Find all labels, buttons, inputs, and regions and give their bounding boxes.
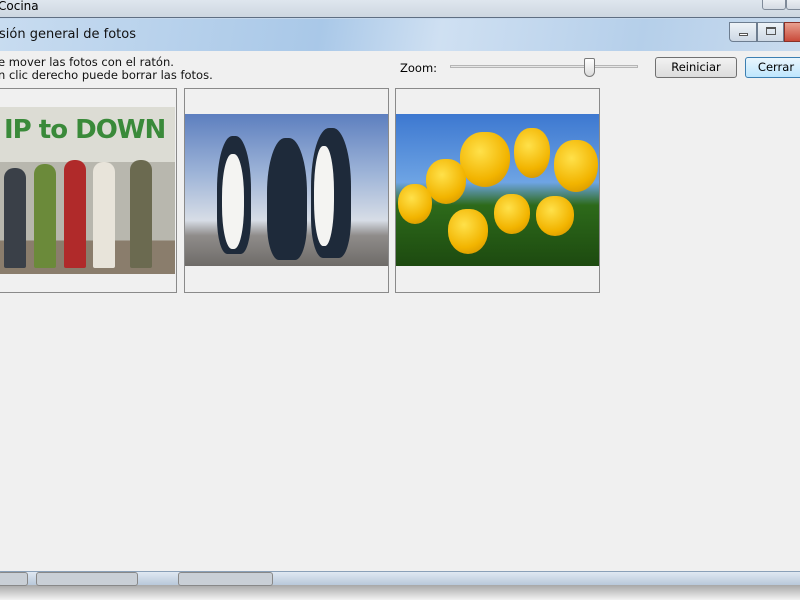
photo-frame-3[interactable] [395, 88, 600, 293]
penguin [267, 138, 307, 260]
penguins-photo[interactable] [185, 114, 388, 266]
person [93, 162, 115, 268]
tulips-photo[interactable] [396, 114, 599, 266]
penguin [217, 136, 251, 254]
tulip [494, 194, 530, 234]
tulip [398, 184, 432, 224]
photo-frame-1[interactable]: IP to DOWN [0, 88, 177, 293]
dialog-title: sión general de fotos [0, 27, 136, 42]
background-button[interactable] [178, 572, 273, 586]
outer-window-titlebar: Cocina [0, 0, 800, 18]
hint-move: e mover las fotos con el ratón. [0, 55, 174, 69]
minimize-button[interactable] [729, 22, 757, 42]
hint-delete: n clic derecho puede borrar las fotos. [0, 68, 213, 82]
logo: IP to DOWN [4, 115, 166, 145]
reset-button[interactable]: Reiniciar [655, 57, 737, 78]
background-button[interactable] [36, 572, 138, 586]
minimize-icon [739, 33, 748, 36]
close-window-button[interactable] [784, 22, 800, 42]
tulip [426, 159, 466, 204]
person [4, 168, 26, 268]
dialog-titlebar: sión general de fotos [0, 19, 800, 51]
outer-maximize-button[interactable] [762, 0, 786, 10]
maximize-icon [766, 27, 776, 35]
tulip [554, 140, 598, 192]
penguin [311, 128, 351, 258]
person [130, 160, 152, 268]
photo-frame-2[interactable] [184, 88, 389, 293]
maximize-button[interactable] [757, 22, 784, 42]
tulip [460, 132, 510, 187]
background-button[interactable] [0, 572, 28, 586]
person [64, 160, 86, 268]
group-photo[interactable]: IP to DOWN [0, 107, 175, 274]
background-window-area [0, 585, 800, 600]
tulip [536, 196, 574, 236]
person [34, 164, 56, 268]
zoom-label: Zoom: [400, 61, 438, 75]
outer-close-button[interactable] [786, 0, 800, 10]
zoom-slider-track[interactable] [450, 65, 638, 68]
close-button[interactable]: Cerrar [745, 57, 800, 78]
tulip [514, 128, 550, 178]
tulip [448, 209, 488, 254]
zoom-slider-thumb[interactable] [584, 58, 596, 77]
outer-window-title: Cocina [0, 0, 39, 13]
